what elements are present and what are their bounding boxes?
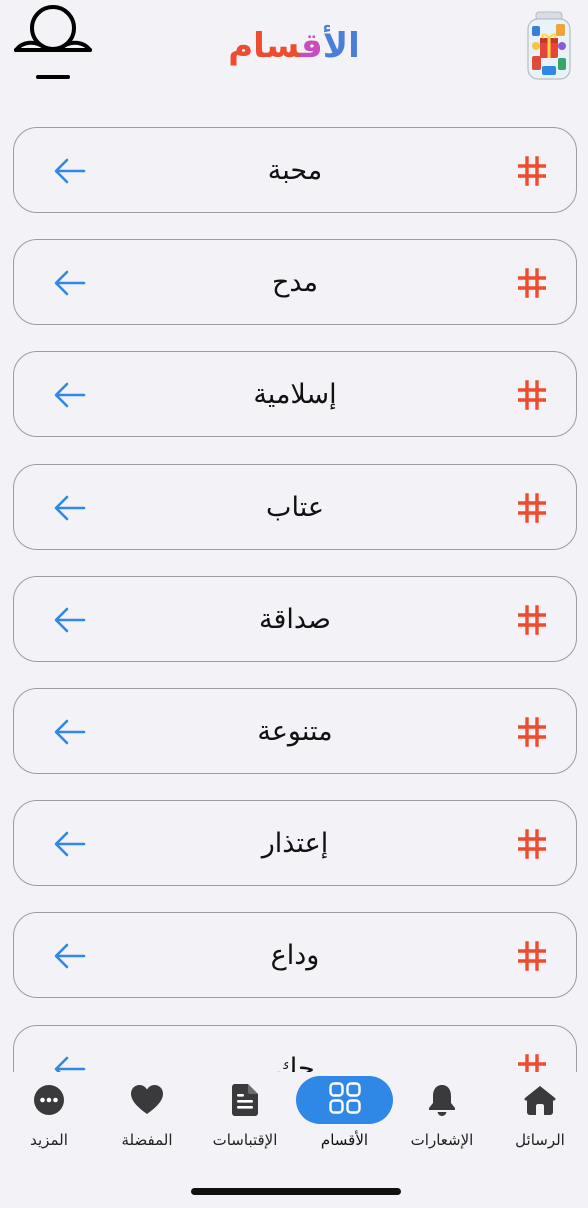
tab-label: الإشعارات	[410, 1131, 474, 1149]
category-label: صداقة	[259, 603, 331, 635]
hash-icon	[517, 268, 547, 298]
app-logo-icon	[522, 10, 576, 82]
heart-icon	[130, 1084, 164, 1120]
category-row[interactable]: محبة	[13, 127, 577, 213]
tab-sections[interactable]: الأقسام	[296, 1072, 393, 1158]
category-row[interactable]: إعتذار	[13, 800, 577, 887]
more-icon	[33, 1084, 65, 1120]
home-icon	[523, 1084, 557, 1120]
category-label: متنوعة	[257, 716, 333, 747]
category-row[interactable]: إسلامية	[13, 351, 577, 438]
category-label: إعتذار	[261, 828, 329, 860]
category-row[interactable]: عتاب	[13, 463, 577, 550]
category-row[interactable]: حك	[13, 1024, 577, 1072]
tab-label: المزيد	[30, 1131, 68, 1149]
page-title: الأقسام	[0, 24, 588, 68]
hash-icon	[517, 941, 547, 972]
tab-label: الرسائل	[515, 1131, 565, 1149]
hash-icon	[517, 717, 547, 747]
home-indicator	[191, 1188, 401, 1195]
bell-icon	[427, 1083, 457, 1121]
category-label: مدح	[271, 267, 319, 299]
category-label: حك	[275, 1052, 315, 1072]
category-row[interactable]: مدح	[13, 239, 577, 326]
category-label: وداع	[270, 940, 320, 972]
hash-icon	[517, 156, 547, 186]
category-label: محبة	[267, 155, 323, 186]
tab-favorites[interactable]: المفضلة	[98, 1072, 196, 1158]
hash-icon	[517, 1053, 547, 1072]
document-icon	[231, 1083, 259, 1121]
page-title-text: الأقسام	[228, 26, 360, 66]
header: الأقسام	[0, 0, 588, 96]
hash-icon	[517, 492, 547, 523]
category-row[interactable]: صداقة	[13, 575, 577, 662]
category-row[interactable]: وداع	[13, 912, 577, 999]
tab-label: الأقسام	[320, 1131, 369, 1149]
category-list[interactable]: محبة مدح إسلامية عتاب صداقة متنوعة إعتذار وداع ح…	[0, 110, 588, 1072]
tab-quotes[interactable]: الإقتباسات	[196, 1072, 294, 1158]
tab-messages[interactable]: الرسائل	[491, 1072, 588, 1158]
grid-icon	[328, 1081, 362, 1119]
tab-more[interactable]: المزيد	[0, 1072, 98, 1158]
hash-icon	[517, 829, 547, 859]
category-label: عتاب	[266, 491, 324, 523]
category-row[interactable]: متنوعة	[13, 688, 577, 774]
tab-label: الإقتباسات	[212, 1131, 278, 1149]
hash-icon	[517, 605, 547, 635]
tab-notifications[interactable]: الإشعارات	[393, 1072, 491, 1158]
category-label: إسلامية	[253, 379, 337, 411]
tab-label: المفضلة	[121, 1131, 173, 1149]
hash-icon	[517, 380, 547, 411]
